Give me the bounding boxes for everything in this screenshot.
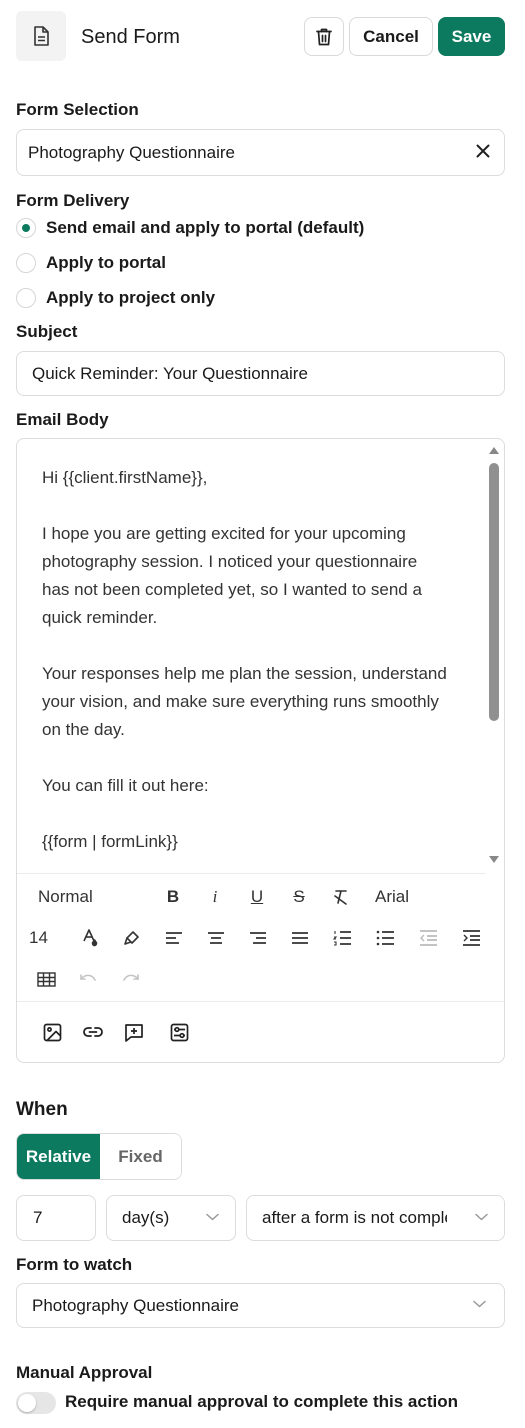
manual-approval-label: Manual Approval	[16, 1363, 153, 1382]
ordered-list-icon[interactable]	[333, 925, 352, 951]
subject-input[interactable]: Quick Reminder: Your Questionnaire	[16, 351, 505, 396]
unit-select[interactable]: day(s)	[106, 1195, 236, 1241]
italic-button[interactable]: i	[208, 884, 222, 910]
delivery-option-portal[interactable]: Apply to portal	[16, 253, 166, 273]
relative-tab[interactable]: Relative	[17, 1134, 100, 1179]
toolbar-divider	[17, 873, 486, 874]
redo-icon[interactable]	[122, 966, 140, 992]
link-icon[interactable]	[83, 1019, 103, 1045]
page-title: Send Form	[81, 26, 180, 48]
trash-icon	[316, 28, 332, 45]
chevron-down-icon	[473, 1300, 486, 1308]
scroll-thumb[interactable]	[489, 463, 499, 721]
manual-approval-toggle-label: Require manual approval to complete this…	[65, 1392, 458, 1411]
body-line: I hope you are getting excited for your …	[42, 524, 406, 543]
body-line: quick reminder.	[42, 608, 158, 627]
form-selection-select[interactable]: Photography Questionnaire	[16, 129, 505, 176]
subject-value: Quick Reminder: Your Questionnaire	[32, 363, 308, 383]
editor-footer-divider	[17, 1001, 504, 1002]
paragraph-style-select[interactable]: Normal	[38, 884, 93, 910]
form-to-watch-label: Form to watch	[16, 1255, 133, 1274]
underline-button[interactable]: U	[249, 884, 265, 910]
radio-unchecked[interactable]	[16, 253, 36, 273]
radio-checked[interactable]	[16, 218, 36, 238]
header: Send Form Cancel Save	[0, 0, 525, 74]
delivery-option-label: Apply to project only	[46, 288, 216, 307]
editor-scrollbar[interactable]	[488, 443, 500, 867]
bold-button[interactable]: B	[165, 884, 181, 910]
body-line: Hi {{client.firstName}},	[42, 468, 208, 487]
manual-approval-toggle[interactable]	[16, 1392, 56, 1414]
body-line: has not been completed yet, so I wanted …	[42, 580, 422, 599]
align-left-icon[interactable]	[165, 925, 183, 951]
email-body-text[interactable]: Hi {{client.firstName}}, I hope you are …	[42, 464, 462, 856]
email-body-editor[interactable]: Hi {{client.firstName}}, I hope you are …	[16, 438, 505, 1063]
delivery-option-email-portal[interactable]: Send email and apply to portal (default)	[16, 218, 364, 238]
form-to-watch-select[interactable]: Photography Questionnaire	[16, 1283, 505, 1328]
clear-icon[interactable]	[474, 142, 492, 160]
body-line: {{form | formLink}}	[42, 832, 178, 851]
strikethrough-button[interactable]: S	[291, 884, 307, 910]
trigger-value: after a form is not completed	[262, 1208, 447, 1227]
form-selection-value: Photography Questionnaire	[28, 142, 235, 162]
highlight-icon[interactable]	[123, 925, 141, 951]
save-button[interactable]: Save	[438, 17, 505, 56]
scroll-down-arrow-icon[interactable]	[489, 856, 499, 863]
body-line: photography session. I noticed your ques…	[42, 552, 418, 571]
radio-unchecked[interactable]	[16, 288, 36, 308]
align-right-icon[interactable]	[249, 925, 267, 951]
font-size-select[interactable]: 14	[29, 925, 48, 951]
bullet-list-icon[interactable]	[376, 925, 395, 951]
cancel-button[interactable]: Cancel	[349, 17, 433, 56]
chevron-down-icon	[475, 1213, 488, 1221]
toggle-knob	[18, 1394, 36, 1412]
delete-button[interactable]	[304, 17, 344, 56]
unit-value: day(s)	[122, 1208, 170, 1227]
chevron-down-icon	[206, 1213, 219, 1221]
when-mode-toggle: Relative Fixed	[16, 1133, 182, 1180]
variable-icon[interactable]	[170, 1019, 189, 1045]
form-delivery-label: Form Delivery	[16, 191, 130, 210]
indent-icon[interactable]	[462, 925, 481, 951]
font-family-select[interactable]: Arial	[375, 884, 409, 910]
align-center-icon[interactable]	[207, 925, 225, 951]
table-icon[interactable]	[37, 966, 56, 992]
fixed-tab[interactable]: Fixed	[100, 1134, 181, 1179]
trigger-select[interactable]: after a form is not completed	[246, 1195, 505, 1241]
form-to-watch-value: Photography Questionnaire	[32, 1295, 239, 1315]
scroll-up-arrow-icon[interactable]	[489, 447, 499, 454]
amount-input[interactable]: 7	[16, 1195, 96, 1241]
body-line: You can fill it out here:	[42, 776, 209, 795]
subject-label: Subject	[16, 322, 78, 341]
align-justify-icon[interactable]	[291, 925, 309, 951]
when-label: When	[16, 1099, 68, 1120]
delivery-option-label: Send email and apply to portal (default)	[46, 218, 365, 237]
add-comment-icon[interactable]	[124, 1019, 144, 1045]
body-line: your vision, and make sure everything ru…	[42, 692, 439, 711]
clear-format-icon[interactable]	[332, 884, 350, 910]
outdent-icon[interactable]	[419, 925, 438, 951]
form-selection-label: Form Selection	[16, 100, 139, 119]
amount-value: 7	[33, 1208, 43, 1227]
delivery-option-project[interactable]: Apply to project only	[16, 288, 215, 308]
body-line: Your responses help me plan the session,…	[42, 664, 447, 683]
text-color-icon[interactable]	[80, 925, 98, 951]
delivery-option-label: Apply to portal	[46, 253, 166, 272]
undo-icon[interactable]	[79, 966, 97, 992]
document-icon	[16, 11, 66, 61]
body-line: on the day.	[42, 720, 125, 739]
email-body-label: Email Body	[16, 410, 109, 429]
image-icon[interactable]	[43, 1019, 62, 1045]
